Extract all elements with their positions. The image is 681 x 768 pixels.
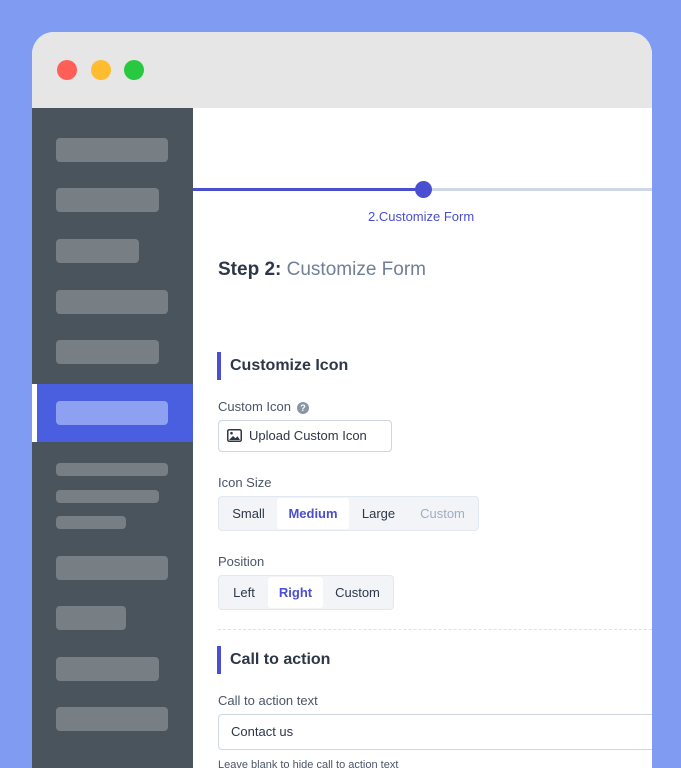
sidebar-subitem-placeholder[interactable] (56, 490, 159, 503)
icon-size-option-large[interactable]: Large (349, 498, 408, 529)
sidebar-item-placeholder[interactable] (56, 657, 159, 681)
call-to-action-text-input[interactable]: Contact us (218, 714, 652, 750)
sidebar-item-placeholder[interactable] (56, 239, 139, 263)
icon-size-segmented-control: Small Medium Large Custom (218, 496, 479, 531)
sidebar-item-active[interactable] (32, 384, 193, 442)
icon-size-option-custom[interactable]: Custom (408, 498, 477, 529)
progress-step-node[interactable] (415, 181, 432, 198)
sidebar-item-placeholder[interactable] (56, 606, 126, 630)
window-titlebar (32, 32, 652, 108)
progress-step-caption: 2.Customize Form (368, 209, 475, 224)
sidebar-item-active-label (56, 401, 168, 425)
sidebar-item-placeholder[interactable] (56, 707, 168, 731)
sidebar-item-placeholder[interactable] (56, 188, 159, 212)
call-to-action-text-label: Call to action text (218, 693, 318, 708)
position-label: Position (218, 554, 265, 569)
upload-button-label: Upload Custom Icon (249, 428, 367, 443)
icon-size-option-medium[interactable]: Medium (277, 498, 349, 529)
device-frame: 2.Customize Form Step 2: Customize Form … (0, 0, 681, 768)
minimize-window-button[interactable] (91, 60, 111, 80)
section-heading-call-to-action: Call to action (217, 646, 330, 674)
step-title-text: Customize Form (286, 259, 426, 280)
section-heading-customize-icon: Customize Icon (217, 352, 348, 380)
sidebar-item-placeholder[interactable] (56, 340, 159, 364)
position-segmented-control: Left Right Custom (218, 575, 394, 610)
position-option-left[interactable]: Left (220, 577, 268, 608)
app-window: 2.Customize Form Step 2: Customize Form … (32, 32, 652, 768)
page-title: Step 2: Customize Form (218, 259, 426, 281)
main-content: 2.Customize Form Step 2: Customize Form … (193, 108, 652, 768)
sidebar-item-placeholder[interactable] (56, 290, 168, 314)
custom-icon-label: Custom Icon? (218, 399, 309, 414)
position-option-custom[interactable]: Custom (323, 577, 392, 608)
sidebar-item-placeholder[interactable] (56, 556, 168, 580)
section-divider (218, 629, 652, 630)
step-prefix: Step 2: (218, 259, 282, 280)
close-window-button[interactable] (57, 60, 77, 80)
icon-size-label: Icon Size (218, 475, 272, 490)
active-indicator (32, 384, 37, 442)
sidebar-item-placeholder[interactable] (56, 138, 168, 162)
position-option-right[interactable]: Right (268, 577, 323, 608)
upload-custom-icon-button[interactable]: Upload Custom Icon (218, 420, 392, 452)
icon-size-option-small[interactable]: Small (220, 498, 277, 529)
call-to-action-hint: Leave blank to hide call to action text (218, 759, 399, 768)
progress-bar-complete (193, 188, 423, 191)
sidebar-subitem-placeholder[interactable] (56, 463, 168, 476)
progress-bar-remaining (423, 188, 652, 191)
help-icon[interactable]: ? (296, 402, 309, 414)
sidebar (32, 108, 193, 768)
sidebar-subitem-placeholder[interactable] (56, 516, 126, 529)
maximize-window-button[interactable] (124, 60, 144, 80)
image-icon (227, 429, 242, 442)
